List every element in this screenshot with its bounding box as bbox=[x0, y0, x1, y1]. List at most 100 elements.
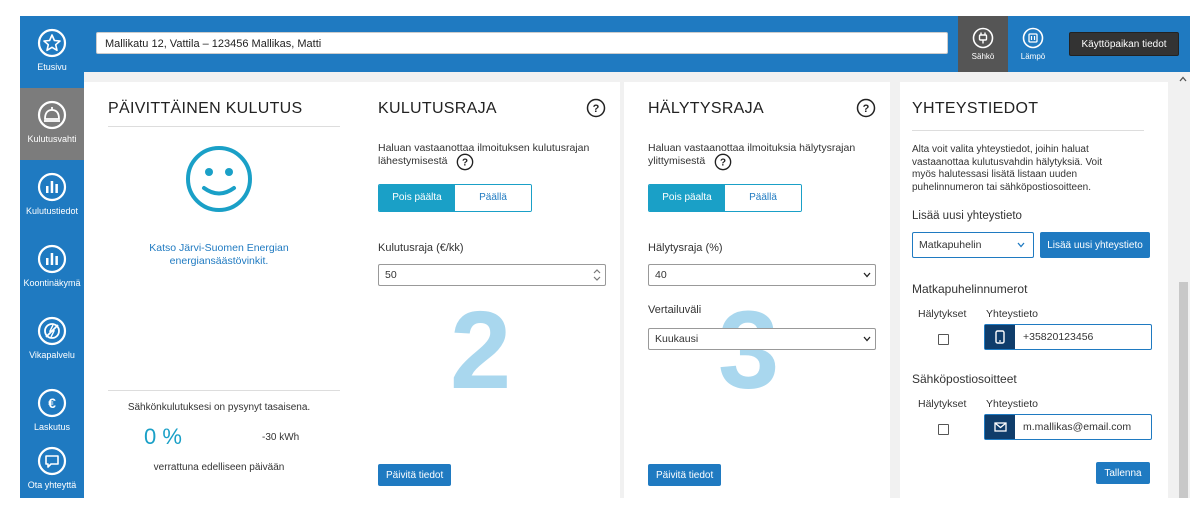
sidebar-item-kulutustiedot[interactable]: Kulutustiedot bbox=[20, 160, 84, 232]
sidebar-item-koontinakyma[interactable]: Koontinäkymä bbox=[20, 232, 84, 304]
address-field[interactable]: Mallikatu 12, Vattila – 123456 Mallikas,… bbox=[96, 32, 948, 54]
column-header-contact: Yhteystieto bbox=[986, 308, 1038, 320]
desc-line: Haluan vastaanottaa ilmoituksen kulutusr… bbox=[378, 142, 590, 154]
change-kwh: -30 kWh bbox=[262, 432, 300, 443]
period-value: Kuukausi bbox=[655, 333, 699, 345]
sidebar: Etusivu Kulutusvahti Kulutustiedot Koont… bbox=[20, 16, 84, 498]
sidebar-item-etusivu[interactable]: Etusivu bbox=[20, 16, 84, 88]
energy-saving-tips-link[interactable]: Katso Järvi-Suomen Energian energiansääs… bbox=[84, 242, 354, 268]
card-title: PÄIVITTÄINEN KULUTUS bbox=[108, 100, 303, 117]
daily-consumption-card: PÄIVITTÄINEN KULUTUS Katso Järvi-Suomen … bbox=[84, 82, 354, 498]
tab-lampo[interactable]: Lämpö bbox=[1008, 16, 1058, 72]
bar-chart-icon bbox=[37, 244, 67, 274]
limit-toggle[interactable]: Pois päälta Päällä bbox=[378, 184, 532, 212]
euro-icon: € bbox=[37, 388, 67, 418]
help-icon[interactable]: ? bbox=[456, 153, 474, 171]
step-number-watermark: 3 bbox=[718, 289, 780, 412]
alarm-limit-card: HÄLYTYSRAJA ? Haluan vastaanottaa ilmoit… bbox=[624, 82, 890, 498]
contact-type-select[interactable]: Matkapuhelin bbox=[912, 232, 1034, 258]
column-header-alarms: Hälytykset bbox=[918, 398, 967, 410]
smiley-icon bbox=[186, 146, 252, 212]
email-address: m.mallikas@email.com bbox=[1023, 421, 1132, 433]
phone-number: +35820123456 bbox=[1023, 331, 1094, 343]
contact-description: Alta voit valita yhteystiedot, joihin ha… bbox=[912, 144, 1102, 194]
save-button[interactable]: Tallenna bbox=[1096, 462, 1150, 484]
card-title: YHTEYSTIEDOT bbox=[912, 100, 1039, 117]
alarm-toggle[interactable]: Pois päalta Päällä bbox=[648, 184, 802, 212]
help-icon[interactable]: ? bbox=[586, 98, 606, 118]
chevron-down-icon bbox=[1017, 242, 1025, 248]
sidebar-item-label: Kulutusvahti bbox=[27, 134, 77, 144]
sidebar-item-vikapalvelu[interactable]: Vikapalvelu bbox=[20, 304, 84, 376]
chevron-down-icon bbox=[863, 336, 871, 342]
content-background bbox=[84, 72, 1190, 82]
phone-icon-box bbox=[985, 325, 1015, 349]
contact-info-card: YHTEYSTIEDOT Alta voit valita yhteystied… bbox=[900, 82, 1168, 498]
tab-label: Sähkö bbox=[971, 52, 995, 61]
scrollbar-thumb[interactable] bbox=[1179, 282, 1188, 498]
desc-line: lähestymisestä bbox=[378, 155, 448, 167]
svg-text:?: ? bbox=[593, 103, 600, 115]
desc-line: Alta voit valita yhteystiedot, joihin ha… bbox=[912, 144, 1089, 155]
scrollbar[interactable] bbox=[1176, 72, 1190, 498]
svg-text:?: ? bbox=[462, 158, 468, 169]
comparison-text: verrattuna edelliseen päivään bbox=[153, 462, 285, 473]
desc-line: puhelinnumeron tai sähköpostiosoitteen. bbox=[912, 181, 1092, 193]
help-icon[interactable]: ? bbox=[856, 98, 876, 118]
toggle-off-option[interactable]: Pois päälta bbox=[379, 185, 455, 211]
email-icon-box bbox=[985, 415, 1015, 439]
period-select[interactable]: Kuukausi bbox=[648, 328, 876, 350]
update-limit-button[interactable]: Päivitä tiedot bbox=[378, 464, 452, 486]
phone-alarm-checkbox[interactable] bbox=[938, 334, 949, 345]
bell-icon bbox=[37, 100, 67, 130]
chevron-up-icon[interactable] bbox=[1179, 76, 1187, 82]
phone-entry[interactable]: +35820123456 bbox=[984, 324, 1152, 350]
column-header-alarms: Hälytykset bbox=[918, 308, 967, 320]
change-percent: 0 % bbox=[144, 424, 182, 449]
divider bbox=[108, 126, 340, 127]
sidebar-item-label: Etusivu bbox=[37, 62, 67, 72]
add-contact-button[interactable]: Lisää uusi yhteystieto bbox=[1040, 232, 1150, 258]
divider bbox=[108, 390, 340, 391]
svg-text:€: € bbox=[48, 395, 56, 411]
sidebar-item-label: Laskutus bbox=[33, 422, 71, 432]
plug-icon bbox=[972, 27, 994, 49]
desc-line: myös halutessasi lisätä listaan uuden bbox=[912, 169, 1078, 180]
help-icon[interactable]: ? bbox=[714, 153, 732, 171]
email-alarm-checkbox[interactable] bbox=[938, 424, 949, 435]
toggle-on-option[interactable]: Päällä bbox=[725, 185, 801, 211]
sidebar-item-kulutusvahti[interactable]: Kulutusvahti bbox=[20, 88, 84, 160]
consumption-limit-card: KULUTUSRAJA ? Haluan vastaanottaa ilmoit… bbox=[354, 82, 620, 498]
desc-line: ylittymisestä bbox=[648, 155, 706, 167]
period-label: Vertailuväli bbox=[648, 304, 702, 316]
phones-heading: Matkapuhelinnumerot bbox=[912, 282, 1028, 296]
alarm-value: 40 bbox=[655, 269, 667, 281]
app-window: Etusivu Kulutusvahti Kulutustiedot Koont… bbox=[20, 16, 1190, 498]
divider bbox=[912, 130, 1144, 131]
toggle-off-option[interactable]: Pois päalta bbox=[649, 185, 725, 211]
svg-text:?: ? bbox=[863, 103, 870, 115]
email-entry[interactable]: m.mallikas@email.com bbox=[984, 414, 1152, 440]
toggle-on-option[interactable]: Päällä bbox=[455, 185, 531, 211]
limit-description: Haluan vastaanottaa ilmoituksen kulutusr… bbox=[378, 142, 589, 168]
limit-input[interactable]: 50 bbox=[378, 264, 606, 286]
tab-sahko[interactable]: Sähkö bbox=[958, 16, 1008, 72]
column-header-contact: Yhteystieto bbox=[986, 398, 1038, 410]
step-number-watermark: 2 bbox=[450, 289, 512, 412]
chat-icon bbox=[37, 446, 67, 476]
update-alarm-button[interactable]: Päivitä tiedot bbox=[648, 464, 722, 486]
spinner-icon[interactable] bbox=[593, 268, 601, 282]
envelope-icon bbox=[993, 422, 1007, 432]
sidebar-item-label: Koontinäkymä bbox=[23, 278, 81, 288]
chevron-down-icon bbox=[863, 272, 871, 278]
alarm-select[interactable]: 40 bbox=[648, 264, 876, 286]
sidebar-item-label: Vikapalvelu bbox=[29, 350, 75, 360]
desc-line: Haluan vastaanottaa ilmoituksia hälytysr… bbox=[648, 142, 856, 154]
sidebar-item-ota-yhteytta[interactable]: Ota yhteyttä bbox=[20, 434, 84, 498]
card-title: HÄLYTYSRAJA bbox=[648, 100, 764, 117]
location-info-button[interactable]: Käyttöpaikan tiedot bbox=[1069, 32, 1179, 56]
limit-field-label: Kulutusraja (€/kk) bbox=[378, 242, 464, 254]
contact-type-value: Matkapuhelin bbox=[919, 239, 982, 251]
alarm-field-label: Hälytysraja (%) bbox=[648, 242, 723, 254]
no-lightning-icon bbox=[37, 316, 67, 346]
